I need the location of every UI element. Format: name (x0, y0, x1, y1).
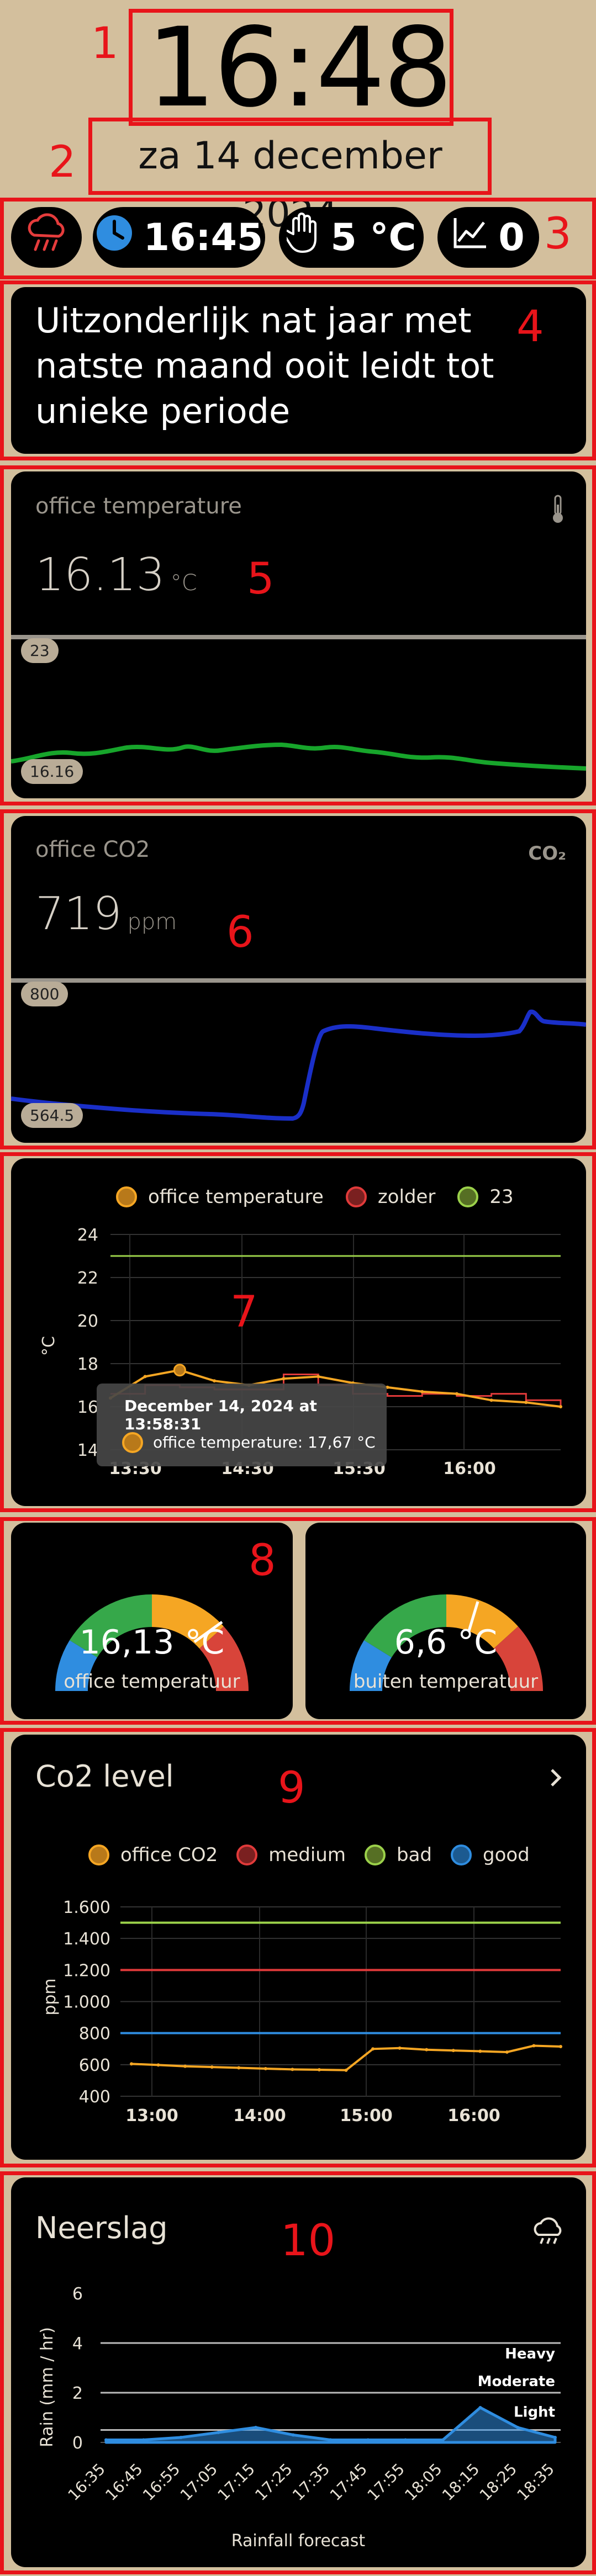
temperature-pill-value: 5 °C (330, 215, 416, 259)
annotation-label-10: 10 (281, 2216, 336, 2266)
annotation-label-3: 3 (544, 209, 572, 259)
annotation-label-7: 7 (230, 1287, 258, 1337)
annotation-label-4: 4 (516, 302, 544, 352)
clock-time: 16:48 (146, 4, 453, 131)
temperature-pill[interactable]: 5 °C (279, 207, 424, 268)
clock-date: za 14 december 2024 (138, 134, 442, 236)
chart-line-icon (452, 216, 488, 259)
hand-icon (282, 212, 321, 263)
rain-cloud-icon (24, 213, 68, 262)
annotation-box-5 (0, 465, 596, 805)
time-pill-value: 16:45 (143, 215, 263, 259)
annotation-label-8: 8 (249, 1536, 276, 1586)
annotation-box-6 (0, 809, 596, 1149)
annotation-label-6: 6 (226, 908, 254, 957)
annotation-box-8 (0, 1517, 596, 1725)
annotation-box-7 (0, 1152, 596, 1512)
chart-pill[interactable]: 0 (437, 207, 539, 268)
annotation-label-5: 5 (247, 554, 275, 604)
annotation-label-9: 9 (278, 1763, 305, 1813)
annotation-label-2: 2 (49, 137, 76, 187)
annotation-box-4 (0, 280, 596, 460)
chart-pill-value: 0 (498, 215, 525, 259)
weather-pill[interactable] (11, 207, 82, 268)
clock-icon (95, 214, 134, 262)
time-pill[interactable]: 16:45 (93, 207, 265, 268)
annotation-label-1: 1 (91, 19, 119, 68)
